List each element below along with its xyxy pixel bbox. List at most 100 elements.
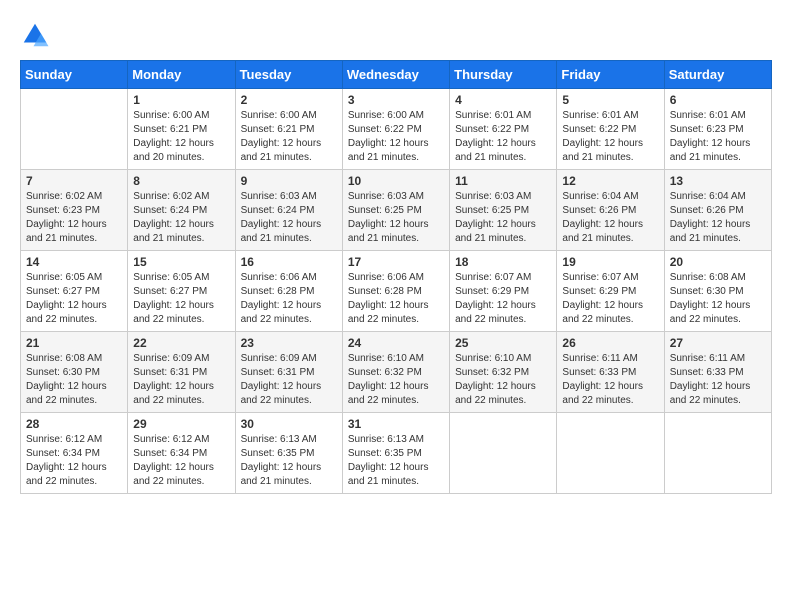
calendar-cell: 2Sunrise: 6:00 AMSunset: 6:21 PMDaylight…	[235, 89, 342, 170]
weekday-header-row: SundayMondayTuesdayWednesdayThursdayFrid…	[21, 61, 772, 89]
page-header	[20, 20, 772, 50]
calendar-cell: 23 Sunrise: 6:09 AMSunset: 6:31 PMDayligh…	[235, 332, 342, 413]
day-number: 29	[133, 417, 229, 431]
calendar-cell: 22 Sunrise: 6:09 AMSunset: 6:31 PMDayligh…	[128, 332, 235, 413]
weekday-header-saturday: Saturday	[664, 61, 771, 89]
calendar-cell	[664, 413, 771, 494]
calendar-cell: 13Sunrise: 6:04 AMSunset: 6:26 PMDayligh…	[664, 170, 771, 251]
calendar-cell: 1 Sunrise: 6:00 AMSunset: 6:21 PMDaylight…	[128, 89, 235, 170]
calendar-cell: 27 Sunrise: 6:11 AMSunset: 6:33 PMDayligh…	[664, 332, 771, 413]
week-row-2: 7 Sunrise: 6:02 AMSunset: 6:23 PMDaylight…	[21, 170, 772, 251]
day-number: 14	[26, 255, 122, 269]
logo-icon	[20, 20, 50, 50]
calendar-table: SundayMondayTuesdayWednesdayThursdayFrid…	[20, 60, 772, 494]
day-number: 27	[670, 336, 766, 350]
calendar-cell: 26 Sunrise: 6:11 AMSunset: 6:33 PMDayligh…	[557, 332, 664, 413]
calendar-cell: 8 Sunrise: 6:02 AMSunset: 6:24 PMDaylight…	[128, 170, 235, 251]
week-row-1: 1 Sunrise: 6:00 AMSunset: 6:21 PMDaylight…	[21, 89, 772, 170]
day-number: 7	[26, 174, 122, 188]
calendar-cell: 21 Sunrise: 6:08 AMSunset: 6:30 PMDayligh…	[21, 332, 128, 413]
cell-sun-info: Sunrise: 6:09 AMSunset: 6:31 PMDaylight:…	[241, 352, 337, 408]
day-number: 22	[133, 336, 229, 350]
cell-sun-info: Sunrise: 6:12 AMSunset: 6:34 PMDaylight:…	[133, 433, 229, 489]
weekday-header-wednesday: Wednesday	[342, 61, 449, 89]
cell-sun-info: Sunrise: 6:12 AMSunset: 6:34 PMDaylight:…	[26, 433, 122, 489]
day-number: 21	[26, 336, 122, 350]
calendar-cell: 28 Sunrise: 6:12 AMSunset: 6:34 PMDayligh…	[21, 413, 128, 494]
cell-sun-info: Sunrise: 6:10 AMSunset: 6:32 PMDaylight:…	[455, 352, 551, 408]
calendar-cell: 12 Sunrise: 6:04 AMSunset: 6:26 PMDayligh…	[557, 170, 664, 251]
calendar-cell: 15 Sunrise: 6:05 AMSunset: 6:27 PMDayligh…	[128, 251, 235, 332]
calendar-cell: 6Sunrise: 6:01 AMSunset: 6:23 PMDaylight…	[664, 89, 771, 170]
day-number: 26	[562, 336, 658, 350]
day-number: 5	[562, 93, 658, 107]
cell-sun-info: Sunrise: 6:11 AMSunset: 6:33 PMDaylight:…	[670, 352, 766, 408]
cell-sun-info: Sunrise: 6:01 AMSunset: 6:22 PMDaylight:…	[562, 109, 658, 165]
calendar-cell: 19 Sunrise: 6:07 AMSunset: 6:29 PMDayligh…	[557, 251, 664, 332]
week-row-5: 28 Sunrise: 6:12 AMSunset: 6:34 PMDayligh…	[21, 413, 772, 494]
weekday-header-tuesday: Tuesday	[235, 61, 342, 89]
day-number: 12	[562, 174, 658, 188]
weekday-header-thursday: Thursday	[450, 61, 557, 89]
weekday-header-friday: Friday	[557, 61, 664, 89]
day-number: 11	[455, 174, 551, 188]
calendar-cell: 17 Sunrise: 6:06 AMSunset: 6:28 PMDayligh…	[342, 251, 449, 332]
day-number: 17	[348, 255, 444, 269]
cell-sun-info: Sunrise: 6:09 AMSunset: 6:31 PMDaylight:…	[133, 352, 229, 408]
cell-sun-info: Sunrise: 6:00 AMSunset: 6:22 PMDaylight:…	[348, 109, 444, 165]
day-number: 25	[455, 336, 551, 350]
day-number: 8	[133, 174, 229, 188]
cell-sun-info: Sunrise: 6:00 AMSunset: 6:21 PMDaylight:…	[133, 109, 229, 165]
day-number: 6	[670, 93, 766, 107]
cell-sun-info: Sunrise: 6:05 AMSunset: 6:27 PMDaylight:…	[26, 271, 122, 327]
calendar-cell: 5 Sunrise: 6:01 AMSunset: 6:22 PMDaylight…	[557, 89, 664, 170]
day-number: 16	[241, 255, 337, 269]
weekday-header-sunday: Sunday	[21, 61, 128, 89]
cell-sun-info: Sunrise: 6:08 AMSunset: 6:30 PMDaylight:…	[670, 271, 766, 327]
calendar-cell	[450, 413, 557, 494]
calendar-cell: 16Sunrise: 6:06 AMSunset: 6:28 PMDayligh…	[235, 251, 342, 332]
cell-sun-info: Sunrise: 6:01 AMSunset: 6:22 PMDaylight:…	[455, 109, 551, 165]
cell-sun-info: Sunrise: 6:11 AMSunset: 6:33 PMDaylight:…	[562, 352, 658, 408]
week-row-4: 21 Sunrise: 6:08 AMSunset: 6:30 PMDayligh…	[21, 332, 772, 413]
cell-sun-info: Sunrise: 6:06 AMSunset: 6:28 PMDaylight:…	[348, 271, 444, 327]
day-number: 4	[455, 93, 551, 107]
day-number: 30	[241, 417, 337, 431]
cell-sun-info: Sunrise: 6:07 AMSunset: 6:29 PMDaylight:…	[455, 271, 551, 327]
day-number: 23	[241, 336, 337, 350]
cell-sun-info: Sunrise: 6:05 AMSunset: 6:27 PMDaylight:…	[133, 271, 229, 327]
day-number: 20	[670, 255, 766, 269]
calendar-cell: 7 Sunrise: 6:02 AMSunset: 6:23 PMDaylight…	[21, 170, 128, 251]
calendar-cell: 4 Sunrise: 6:01 AMSunset: 6:22 PMDaylight…	[450, 89, 557, 170]
calendar-cell: 20 Sunrise: 6:08 AMSunset: 6:30 PMDayligh…	[664, 251, 771, 332]
cell-sun-info: Sunrise: 6:00 AMSunset: 6:21 PMDaylight:…	[241, 109, 337, 165]
day-number: 9	[241, 174, 337, 188]
day-number: 15	[133, 255, 229, 269]
day-number: 31	[348, 417, 444, 431]
logo	[20, 20, 54, 50]
cell-sun-info: Sunrise: 6:07 AMSunset: 6:29 PMDaylight:…	[562, 271, 658, 327]
calendar-cell: 18 Sunrise: 6:07 AMSunset: 6:29 PMDayligh…	[450, 251, 557, 332]
calendar-cell: 24Sunrise: 6:10 AMSunset: 6:32 PMDayligh…	[342, 332, 449, 413]
day-number: 19	[562, 255, 658, 269]
calendar-cell: 9Sunrise: 6:03 AMSunset: 6:24 PMDaylight…	[235, 170, 342, 251]
calendar-cell	[557, 413, 664, 494]
calendar-cell: 29 Sunrise: 6:12 AMSunset: 6:34 PMDayligh…	[128, 413, 235, 494]
cell-sun-info: Sunrise: 6:02 AMSunset: 6:24 PMDaylight:…	[133, 190, 229, 246]
cell-sun-info: Sunrise: 6:04 AMSunset: 6:26 PMDaylight:…	[670, 190, 766, 246]
cell-sun-info: Sunrise: 6:02 AMSunset: 6:23 PMDaylight:…	[26, 190, 122, 246]
calendar-cell: 14 Sunrise: 6:05 AMSunset: 6:27 PMDayligh…	[21, 251, 128, 332]
calendar-cell	[21, 89, 128, 170]
calendar-cell: 11 Sunrise: 6:03 AMSunset: 6:25 PMDayligh…	[450, 170, 557, 251]
day-number: 28	[26, 417, 122, 431]
cell-sun-info: Sunrise: 6:03 AMSunset: 6:25 PMDaylight:…	[455, 190, 551, 246]
calendar-cell: 31 Sunrise: 6:13 AMSunset: 6:35 PMDayligh…	[342, 413, 449, 494]
cell-sun-info: Sunrise: 6:08 AMSunset: 6:30 PMDaylight:…	[26, 352, 122, 408]
calendar-cell: 30Sunrise: 6:13 AMSunset: 6:35 PMDayligh…	[235, 413, 342, 494]
day-number: 1	[133, 93, 229, 107]
cell-sun-info: Sunrise: 6:13 AMSunset: 6:35 PMDaylight:…	[348, 433, 444, 489]
day-number: 18	[455, 255, 551, 269]
calendar-cell: 3Sunrise: 6:00 AMSunset: 6:22 PMDaylight…	[342, 89, 449, 170]
cell-sun-info: Sunrise: 6:04 AMSunset: 6:26 PMDaylight:…	[562, 190, 658, 246]
day-number: 10	[348, 174, 444, 188]
